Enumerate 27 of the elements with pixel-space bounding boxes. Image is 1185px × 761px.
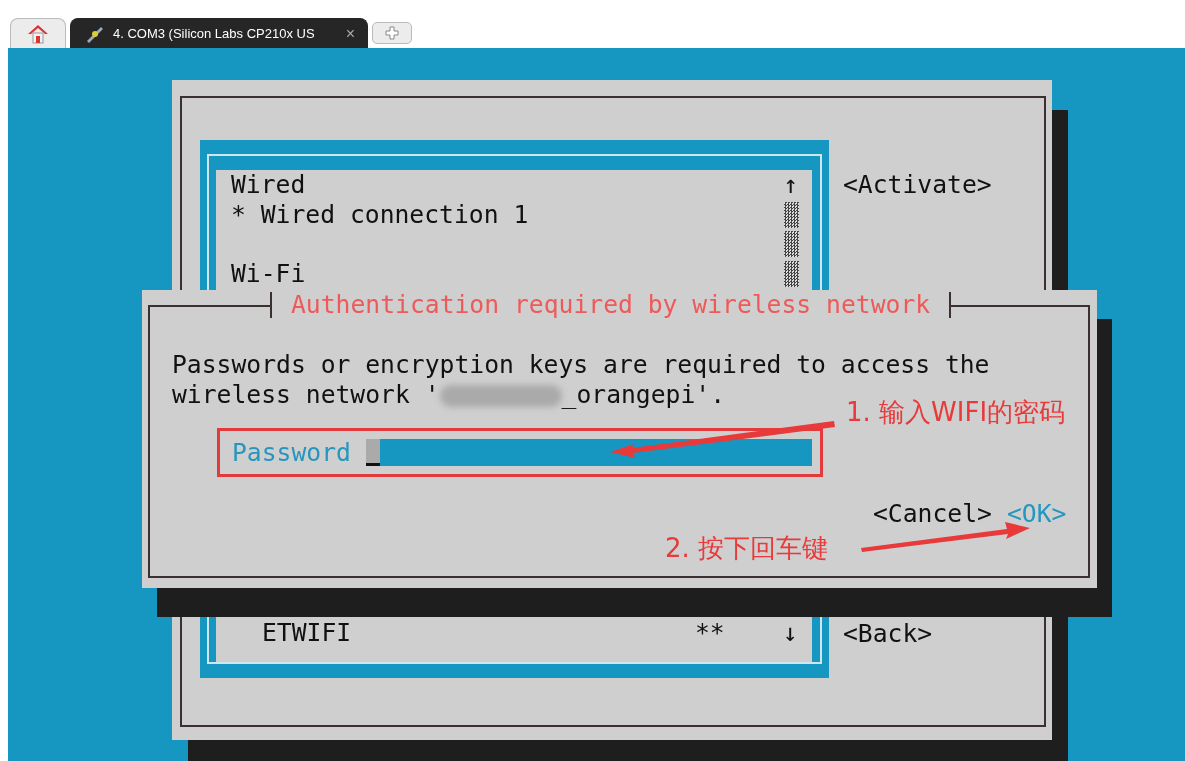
list-item[interactable]: * Wired connection 1 — [231, 199, 529, 230]
activate-button[interactable]: <Activate> — [843, 170, 992, 200]
annotation: 2. 按下回车键 — [665, 532, 829, 565]
scrollbar-track — [783, 201, 799, 228]
cancel-button[interactable]: <Cancel> — [873, 499, 992, 529]
password-label: Password — [232, 437, 351, 468]
list-item[interactable]: ETWIFI — [262, 618, 695, 648]
close-button[interactable]: × — [345, 24, 355, 43]
home-icon — [27, 23, 49, 44]
signal-strength: ** — [695, 618, 725, 648]
annotation: 1. 输入WIFI的密码 — [846, 396, 1066, 429]
list-item[interactable]: Wired — [231, 170, 306, 200]
tab[interactable] — [10, 18, 66, 48]
list-item[interactable]: Wi-Fi — [231, 259, 306, 289]
tab[interactable]: 4. COM3 (Silicon Labs CP210x US × — [70, 18, 368, 48]
plus-icon — [385, 26, 399, 40]
dialog-message: Passwords or encryption keys are required to access the — [172, 350, 990, 380]
scroll-up-arrow: ↑ — [783, 170, 799, 200]
back-button[interactable]: <Back> — [843, 619, 933, 649]
new-tab-button[interactable] — [372, 22, 412, 44]
dialog-title: Authentication required by wireless network — [290, 290, 932, 320]
plug-icon — [85, 24, 105, 43]
dialog-message: wireless network ' _orangepi'. — [172, 379, 727, 410]
scrollbar-track — [783, 231, 799, 258]
scrollbar-track — [783, 260, 799, 287]
scroll-down-arrow: ↓ — [783, 618, 798, 648]
password-field[interactable] — [365, 439, 812, 466]
